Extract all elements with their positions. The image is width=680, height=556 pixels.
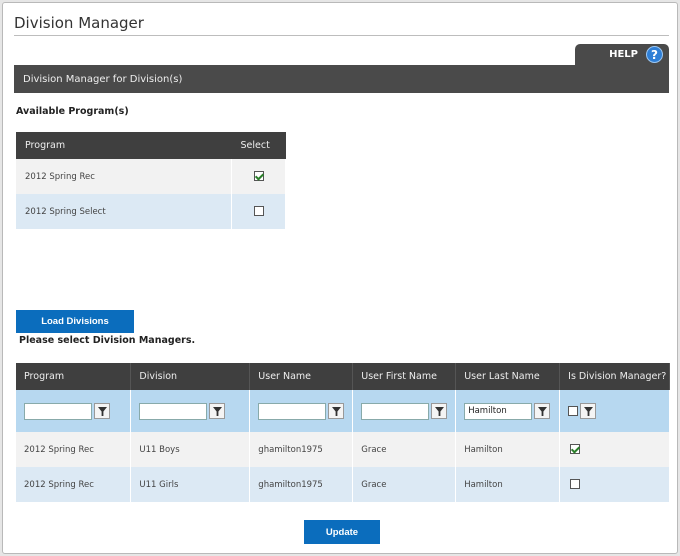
first-name-filter-input[interactable] — [361, 402, 430, 420]
filter-icon[interactable] — [94, 403, 110, 419]
filter-icon[interactable] — [580, 403, 597, 419]
filter-icon[interactable] — [209, 403, 226, 419]
programs-table: Program Select 2012 Spring Rec 2012 Spri… — [16, 132, 286, 229]
column-header-first-name: User First Name — [352, 363, 457, 390]
load-divisions-button[interactable]: Load Divisions — [16, 310, 134, 333]
division-cell: U11 Girls — [130, 467, 251, 502]
section-header: Division Manager for Division(s) — [14, 65, 669, 93]
is-manager-cell — [559, 432, 670, 467]
column-header-last-name: User Last Name — [455, 363, 561, 390]
table-header-row: Program Division User Name User First Na… — [16, 363, 670, 390]
question-icon: ? — [646, 46, 663, 63]
program-cell: 2012 Spring Rec — [16, 467, 132, 502]
available-programs-label: Available Program(s) — [16, 106, 129, 117]
select-cell — [231, 194, 286, 229]
table-row: 2012 Spring Rec — [16, 159, 286, 194]
user-name-cell: ghamilton1975 — [249, 432, 354, 467]
first-name-cell: Grace — [352, 432, 457, 467]
column-header-user-name: User Name — [249, 363, 354, 390]
filter-icon[interactable] — [328, 403, 345, 419]
select-managers-message: Please select Division Managers. — [19, 335, 196, 346]
select-cell — [231, 159, 286, 194]
program-filter-input[interactable] — [24, 402, 92, 420]
filter-row — [16, 390, 670, 432]
table-row: 2012 Spring Rec U11 Girls ghamilton1975 … — [16, 467, 670, 502]
program-select-checkbox[interactable] — [253, 206, 264, 217]
filter-icon[interactable] — [431, 403, 448, 419]
program-name: 2012 Spring Select — [16, 194, 233, 229]
first-name-cell: Grace — [352, 467, 457, 502]
column-header-program: Program — [16, 363, 132, 390]
table-row: 2012 Spring Select — [16, 194, 286, 229]
user-name-filter-input[interactable] — [258, 402, 327, 420]
table-header-row: Program Select — [16, 132, 286, 159]
column-header-is-manager: Is Division Manager? — [559, 363, 670, 390]
program-cell: 2012 Spring Rec — [16, 432, 132, 467]
is-manager-checkbox[interactable] — [570, 479, 581, 490]
column-header-program: Program — [16, 132, 232, 159]
title-divider — [14, 35, 669, 36]
last-name-filter-input[interactable] — [464, 402, 533, 420]
division-cell: U11 Boys — [130, 432, 251, 467]
table-row: 2012 Spring Rec U11 Boys ghamilton1975 G… — [16, 432, 670, 467]
division-filter-input[interactable] — [139, 402, 208, 420]
filter-icon[interactable] — [534, 403, 551, 419]
last-name-cell: Hamilton — [455, 432, 561, 467]
last-name-cell: Hamilton — [455, 467, 561, 502]
column-header-select: Select — [231, 132, 286, 159]
is-manager-checkbox[interactable] — [570, 444, 581, 455]
division-managers-table: Program Division User Name User First Na… — [16, 363, 670, 502]
user-name-cell: ghamilton1975 — [249, 467, 354, 502]
page-title: Division Manager — [14, 14, 144, 32]
update-button[interactable]: Update — [304, 520, 380, 544]
program-select-checkbox[interactable] — [253, 171, 264, 182]
is-manager-filter-checkbox[interactable] — [568, 406, 579, 416]
section-title: Division Manager for Division(s) — [23, 73, 183, 85]
main-panel: Division Manager HELP ? Division Manager… — [2, 2, 678, 554]
is-manager-cell — [559, 467, 670, 502]
help-button[interactable]: HELP ? — [575, 44, 669, 65]
column-header-division: Division — [130, 363, 251, 390]
help-label: HELP — [609, 49, 638, 60]
program-name: 2012 Spring Rec — [16, 159, 233, 194]
